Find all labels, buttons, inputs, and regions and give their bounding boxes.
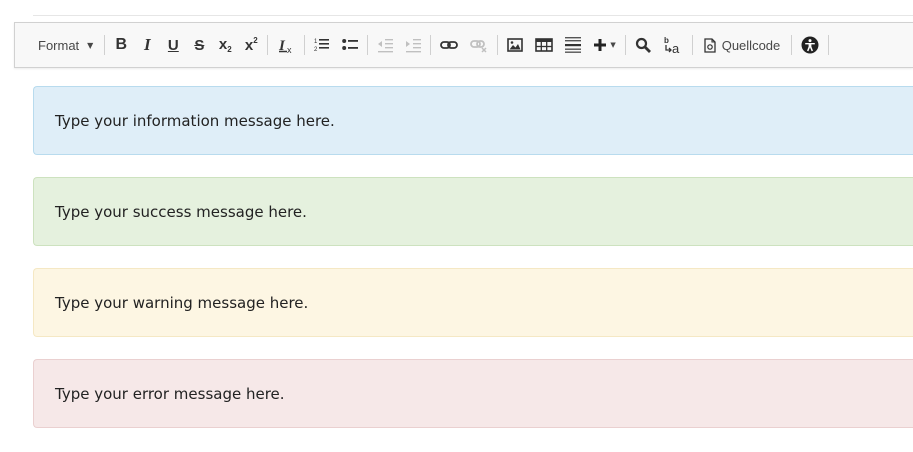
link-button[interactable] [436,32,462,58]
toolbar-separator [624,35,626,55]
accessibility-icon [801,36,819,54]
toolbar-separator [104,35,106,55]
search-button[interactable] [631,32,655,58]
toolbar-separator [497,35,499,55]
chevron-down-icon: ▼ [610,41,616,49]
svg-text:x: x [287,45,292,54]
success-message-box[interactable]: Type your success message here. [33,177,913,246]
toolbar-separator [691,35,693,55]
decrease-indent-icon [377,37,394,53]
table-icon [535,37,554,53]
image-icon [507,37,524,53]
info-message-box[interactable]: Type your information message here. [33,86,913,155]
editor-top-border [33,15,913,16]
search-icon [635,37,651,53]
svg-text:2: 2 [314,47,318,53]
info-message-text: Type your information message here. [55,111,335,130]
bold-icon: B [115,36,128,53]
replace-icon: ba [663,35,683,55]
superscript-icon: x2 [244,36,258,54]
bulleted-list-icon [342,37,359,53]
strikethrough-icon: S [194,36,205,54]
numbered-list-button[interactable]: 12 [310,32,334,58]
subscript-button[interactable]: x2 [214,32,236,58]
image-button[interactable] [503,32,527,58]
decrease-indent-button[interactable] [373,32,397,58]
horizontal-line-icon [565,36,582,54]
toolbar-separator [304,35,306,55]
accessibility-button[interactable] [797,32,823,58]
table-button[interactable] [531,32,557,58]
bulleted-list-button[interactable] [338,32,362,58]
chevron-down-icon: ▼ [87,40,94,50]
toolbar-separator [791,35,793,55]
italic-button[interactable]: I [136,32,158,58]
warning-message-text: Type your warning message here. [55,293,309,312]
underline-icon: U [167,36,179,54]
format-dropdown[interactable]: Format ▼ [31,32,99,58]
increase-indent-icon [405,37,422,53]
underline-button[interactable]: U [162,32,184,58]
strikethrough-button[interactable]: S [188,32,210,58]
svg-text:1: 1 [314,39,318,45]
italic-icon: I [144,35,151,54]
svg-text:b: b [664,36,669,45]
superscript-button[interactable]: x2 [240,32,262,58]
numbered-list-icon: 12 [314,37,330,53]
insert-plus-dropdown[interactable]: ▼ [589,32,619,58]
unlink-icon [470,37,488,53]
horizontal-line-button[interactable] [561,32,585,58]
warning-message-box[interactable]: Type your warning message here. [33,268,913,337]
source-button-label: Quellcode [721,37,781,53]
increase-indent-button[interactable] [401,32,425,58]
source-icon [704,37,716,53]
error-message-box[interactable]: Type your error message here. [33,359,913,428]
format-dropdown-label: Format [38,37,80,53]
subscript-icon: x2 [218,36,232,54]
link-icon [440,37,459,53]
unlink-button[interactable] [466,32,492,58]
bold-button[interactable]: B [110,32,132,58]
toolbar-separator [267,35,269,55]
replace-button[interactable]: ba [659,32,687,58]
toolbar-separator [430,35,432,55]
remove-format-button[interactable]: Ix [273,32,299,58]
source-button[interactable]: Quellcode [698,32,787,58]
insert-plus-icon [593,38,607,52]
svg-text:a: a [672,41,680,55]
error-message-text: Type your error message here. [55,384,285,403]
toolbar-separator [828,35,830,55]
editor-toolbar: Format ▼ B I U S x2 x2 Ix 12 ▼ b a Quell… [14,22,913,68]
toolbar-separator [367,35,369,55]
remove-format-icon: Ix [277,36,295,54]
success-message-text: Type your success message here. [55,202,307,221]
